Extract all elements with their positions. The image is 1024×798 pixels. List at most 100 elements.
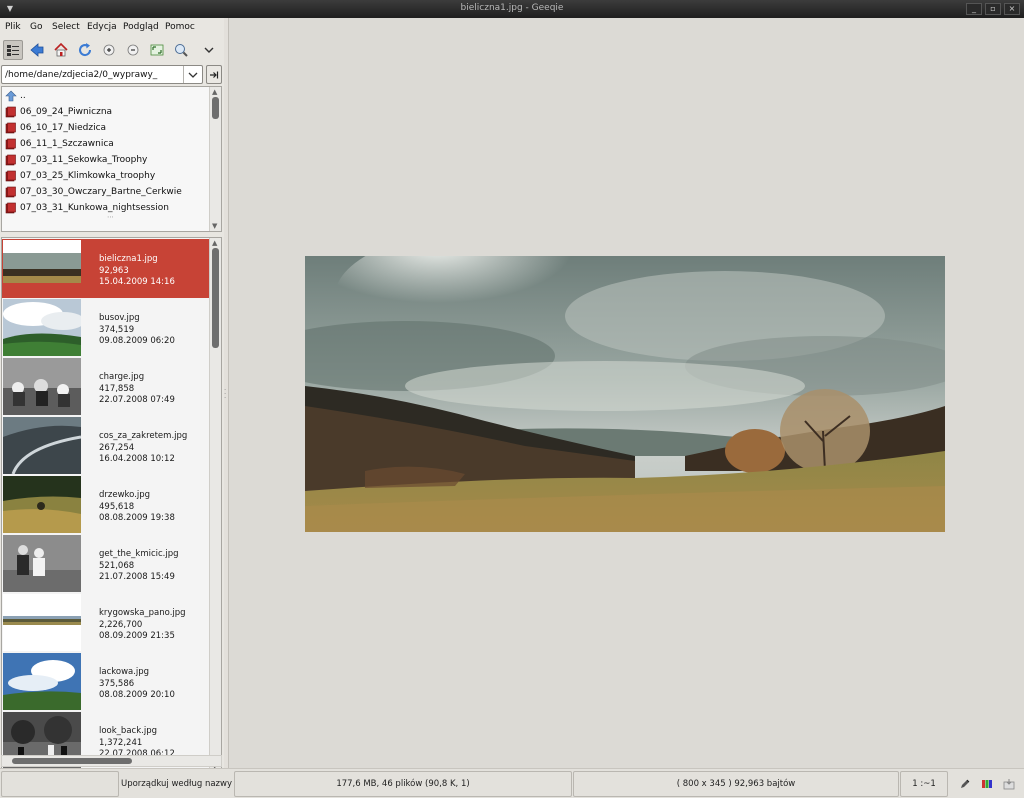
- file-size: 1,372,241: [99, 737, 143, 748]
- file-item[interactable]: drzewko.jpg 495,618 08.08.2009 19:38: [2, 475, 209, 534]
- path-input[interactable]: /home/dane/zdjecia2/0_wyprawy_: [5, 70, 157, 80]
- thumbnail: [3, 535, 81, 592]
- file-date: 21.07.2008 15:49: [99, 572, 175, 582]
- file-item[interactable]: charge.jpg 417,858 22.07.2008 07:49: [2, 357, 209, 416]
- folder-icon: [5, 122, 17, 134]
- zoom-1-1-icon[interactable]: [171, 40, 191, 60]
- dir-item-label: 06_10_17_Niedzica: [20, 123, 107, 133]
- thumbnail: [3, 594, 81, 651]
- file-list-scrollbar[interactable]: ▲ ▼: [209, 238, 221, 771]
- thumbnail: [3, 240, 81, 297]
- file-name: look_back.jpg: [99, 726, 157, 736]
- folder-icon: [5, 170, 17, 182]
- main-image[interactable]: [305, 256, 945, 532]
- file-size: 375,586: [99, 678, 135, 689]
- file-date: 08.08.2009 20:10: [99, 690, 175, 700]
- image-viewer[interactable]: [229, 18, 1024, 768]
- file-size: 2,226,700: [99, 619, 143, 630]
- status-image-info: ( 800 x 345 ) 92,963 bajtów: [573, 771, 899, 797]
- thumbnails-toggle-icon[interactable]: [3, 40, 23, 60]
- thumbnail: [3, 476, 81, 533]
- dir-item[interactable]: 07_03_25_Klimkowka_troophy: [4, 168, 209, 184]
- menu-edycja[interactable]: Edycja: [87, 22, 117, 32]
- file-date: 15.04.2009 14:16: [99, 277, 175, 287]
- chevron-down-icon[interactable]: [183, 66, 202, 83]
- path-combo[interactable]: /home/dane/zdjecia2/0_wyprawy_: [1, 65, 203, 84]
- thumbnail: [3, 653, 81, 710]
- file-name: drzewko.jpg: [99, 490, 151, 500]
- toolbar-more-icon[interactable]: [199, 40, 219, 60]
- path-row: /home/dane/zdjecia2/0_wyprawy_: [0, 65, 224, 85]
- file-item[interactable]: bieliczna1.jpg 92,963 15.04.2009 14:16: [2, 239, 209, 298]
- file-name: charge.jpg: [99, 372, 145, 382]
- maximize-icon[interactable]: ▫: [985, 3, 1001, 15]
- file-name: get_the_kmicic.jpg: [99, 549, 179, 559]
- refresh-icon[interactable]: [75, 40, 95, 60]
- file-list: bieliczna1.jpg 92,963 15.04.2009 14:16 buso…: [1, 237, 222, 772]
- directory-list: .. 06_09_24_Piwniczna 06_10_17_Niedzica 06…: [1, 86, 222, 232]
- close-icon[interactable]: ×: [1004, 3, 1020, 15]
- dir-item-up[interactable]: ..: [4, 88, 209, 104]
- file-date: 22.07.2008 07:49: [99, 395, 175, 405]
- dir-item[interactable]: 07_03_30_Owczary_Bartne_Cerkwie: [4, 184, 209, 200]
- file-list-hscrollbar[interactable]: [1, 755, 222, 767]
- file-item[interactable]: cos_za_zakretem.jpg 267,254 16.04.2008 10:…: [2, 416, 209, 475]
- pencil-icon[interactable]: [955, 771, 975, 797]
- color-profile-icon[interactable]: [977, 771, 997, 797]
- thumbnail: [3, 358, 81, 415]
- menu-plik[interactable]: Plik: [5, 22, 21, 32]
- save-metadata-icon[interactable]: [999, 771, 1019, 797]
- file-list-hscrollbar-thumb[interactable]: [12, 758, 132, 764]
- left-panel: Plik Go Select Edycja Podgląd Pomoc /hom…: [0, 18, 224, 772]
- file-item[interactable]: get_the_kmicic.jpg 521,068 21.07.2008 15:4…: [2, 534, 209, 593]
- dir-item[interactable]: 06_10_17_Niedzica: [4, 120, 209, 136]
- file-list-scrollbar-thumb[interactable]: [212, 248, 219, 348]
- file-name: bieliczna1.jpg: [99, 254, 158, 264]
- folder-icon: [5, 154, 17, 166]
- directory-scrollbar[interactable]: ▲ ▼: [209, 87, 221, 231]
- thumbnail: [3, 299, 81, 356]
- pane-handle[interactable]: ⋯: [107, 213, 115, 221]
- folder-icon: [5, 106, 17, 118]
- minimize-icon[interactable]: _: [966, 3, 982, 15]
- back-icon[interactable]: [27, 40, 47, 60]
- menu-select[interactable]: Select: [52, 22, 80, 32]
- file-date: 16.04.2008 10:12: [99, 454, 175, 464]
- home-icon[interactable]: [51, 40, 71, 60]
- file-name: busov.jpg: [99, 313, 140, 323]
- dir-item[interactable]: 07_03_11_Sekowka_Troophy: [4, 152, 209, 168]
- file-item[interactable]: krygowska_pano.jpg 2,226,700 08.09.2009 21…: [2, 593, 209, 652]
- dir-item[interactable]: 06_11_1_Szczawnica: [4, 136, 209, 152]
- directory-scrollbar-thumb[interactable]: [212, 97, 219, 119]
- dir-item-label: 07_03_30_Owczary_Bartne_Cerkwie: [20, 187, 182, 197]
- file-size: 267,254: [99, 442, 135, 453]
- zoom-fit-icon[interactable]: [147, 40, 167, 60]
- file-item[interactable]: busov.jpg 374,519 09.08.2009 06:20: [2, 298, 209, 357]
- menu-go[interactable]: Go: [30, 22, 42, 32]
- file-item[interactable]: lackowa.jpg 375,586 08.08.2009 20:10: [2, 652, 209, 711]
- folder-icon: [5, 186, 17, 198]
- status-bar: Uporządkuj według nazwy 177,6 MB, 46 pli…: [0, 768, 1024, 798]
- file-size: 495,618: [99, 501, 135, 512]
- zoom-in-icon[interactable]: [99, 40, 119, 60]
- title-bar: ▼ bieliczna1.jpg - Geeqie _ ▫ ×: [0, 0, 1024, 18]
- sort-button[interactable]: Uporządkuj według nazwy: [120, 771, 233, 797]
- toolbar: [0, 38, 224, 62]
- file-size: 521,068: [99, 560, 135, 571]
- go-to-path-button[interactable]: [206, 65, 222, 84]
- file-date: 08.09.2009 21:35: [99, 631, 175, 641]
- dir-item[interactable]: 06_09_24_Piwniczna: [4, 104, 209, 120]
- file-date: 09.08.2009 06:20: [99, 336, 175, 346]
- dir-item-label: 06_09_24_Piwniczna: [20, 107, 113, 117]
- status-summary: 177,6 MB, 46 plików (90,8 K, 1): [234, 771, 572, 797]
- dir-item-label: 07_03_31_Kunkowa_nightsession: [20, 203, 169, 213]
- file-name: lackowa.jpg: [99, 667, 150, 677]
- file-size: 92,963: [99, 265, 129, 276]
- menu-podglad[interactable]: Podgląd: [123, 22, 159, 32]
- file-date: 08.08.2009 19:38: [99, 513, 175, 523]
- file-size: 417,858: [99, 383, 135, 394]
- zoom-out-icon[interactable]: [123, 40, 143, 60]
- file-name: cos_za_zakretem.jpg: [99, 431, 188, 441]
- folder-icon: [5, 138, 17, 150]
- menu-pomoc[interactable]: Pomoc: [165, 22, 195, 32]
